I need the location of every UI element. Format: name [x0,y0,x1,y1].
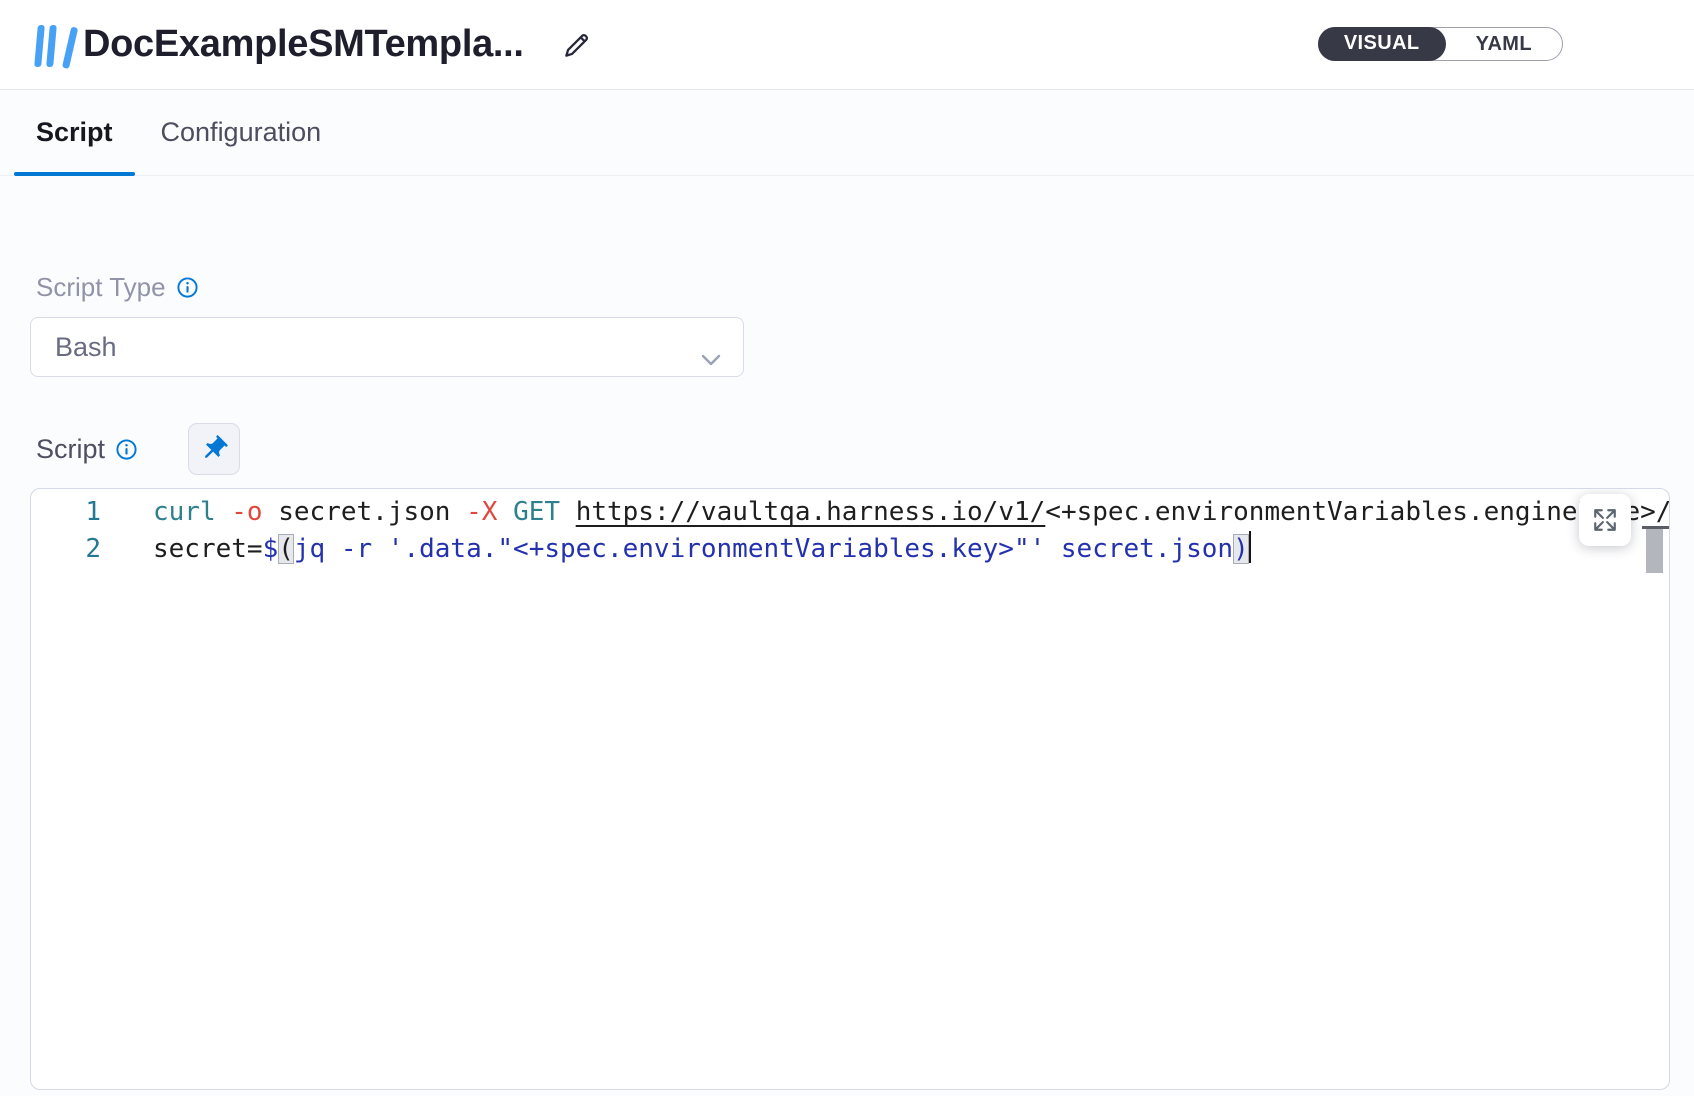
script-type-select[interactable]: Bash [30,317,744,377]
code-token: $ [263,534,279,564]
code-token: secret= [153,534,263,564]
chevron-down-icon [701,342,721,373]
code-line[interactable]: 1 curl -o secret.json -X GET https://vaul… [31,494,1669,531]
tab-bar: Script Configuration [0,90,1694,176]
code-token [263,497,279,527]
toggle-visual[interactable]: VISUAL [1318,27,1446,61]
expand-icon [1592,507,1618,533]
toggle-yaml[interactable]: YAML [1446,28,1562,60]
main-content: Script Type Bash Script [0,272,1694,1090]
info-icon[interactable] [176,276,199,299]
header: DocExampleSMTempla... VISUAL YAML [0,0,1694,90]
line-number[interactable]: 2 [31,531,101,568]
script-type-label-row: Script Type [36,272,1694,303]
code-token: ( [278,534,294,564]
code-token: -X [466,497,497,527]
script-label-row: Script [36,423,1694,475]
code-token: secret.json [278,497,450,527]
code-token: curl [153,497,216,527]
pencil-icon [560,28,594,62]
code-text: curl -o secret.json -X GET https://vault… [153,494,1669,531]
pin-script-button[interactable] [188,423,240,475]
script-type-label: Script Type [36,272,166,303]
code-token: jq -r '.data."<+spec.environmentVariable… [294,534,1233,564]
template-library-icon [36,23,67,67]
code-token: ) [1233,534,1249,564]
code-token: https://vaultqa.harness.io/v1/ [576,497,1046,527]
code-token: <+spec.environmentVariables.engineName>/ [1045,497,1669,527]
script-code-editor[interactable]: 1 curl -o secret.json -X GET https://vaul… [30,488,1670,1090]
code-token [497,497,513,527]
code-token [216,497,232,527]
text-cursor [1249,531,1251,563]
tab-script[interactable]: Script [14,90,135,175]
visual-yaml-toggle: VISUAL YAML [1318,27,1563,61]
code-token: GET [513,497,560,527]
code-token: -o [231,497,262,527]
code-text: secret=$(jq -r '.data."<+spec.environmen… [153,531,1669,568]
code-line[interactable]: 2 secret=$(jq -r '.data."<+spec.environme… [31,531,1669,568]
script-label: Script [36,434,105,465]
info-icon[interactable] [115,438,138,461]
pushpin-icon [199,434,229,464]
line-number[interactable]: 1 [31,494,101,531]
editor-lines: 1 curl -o secret.json -X GET https://vaul… [31,494,1669,568]
tab-configuration[interactable]: Configuration [135,90,348,175]
script-type-value: Bash [55,332,117,363]
code-token [450,497,466,527]
page-title: DocExampleSMTempla... [83,23,524,66]
edit-title-button[interactable] [560,28,594,62]
expand-editor-button[interactable] [1579,494,1631,546]
code-token [560,497,576,527]
editor-vertical-scrollbar-thumb[interactable] [1646,529,1663,573]
